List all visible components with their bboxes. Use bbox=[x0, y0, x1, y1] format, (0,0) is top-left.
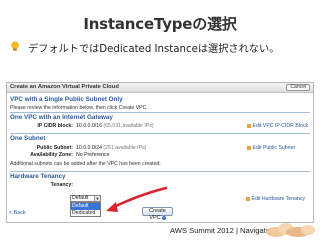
arrow-right-icon bbox=[161, 215, 166, 220]
edit-public-subnet-link[interactable]: Edit Public Subnet bbox=[247, 145, 295, 151]
divider bbox=[10, 171, 310, 172]
cidr-value-text: 10.0.0.0/16 bbox=[76, 123, 102, 129]
slide-title: InstanceTypeの選択 bbox=[83, 15, 237, 33]
divider bbox=[10, 112, 310, 113]
divider bbox=[10, 133, 310, 134]
tenancy-label: Tenancy: bbox=[50, 182, 73, 188]
cidr-note: (65,531 available IPs) bbox=[103, 123, 154, 129]
tenancy-option-dedicated[interactable]: Dedicated bbox=[71, 210, 100, 217]
vpc-section-title: One VPC with an Internet Gateway bbox=[10, 114, 113, 121]
subnet-note: Additional subnets can be added after th… bbox=[10, 161, 161, 167]
edit-hardware-tenancy-link[interactable]: Edit Hardware Tenancy bbox=[246, 196, 306, 202]
bullet-row: デフォルトではDedicated Instanceは選択されない。 bbox=[10, 40, 315, 55]
tenancy-select-value: Default bbox=[72, 195, 89, 201]
public-subnet-value: 10.0.0.0/24 (251 available IPs) bbox=[76, 145, 146, 151]
create-vpc-button[interactable]: Create VPC bbox=[142, 207, 173, 221]
hardware-section-title: Hardware Tenancy bbox=[10, 173, 66, 180]
lightbulb-icon bbox=[11, 41, 19, 51]
cidr-label: IP CIDR block: bbox=[37, 123, 73, 129]
cloud-icon bbox=[266, 223, 315, 237]
tenancy-dropdown-list: Default Dedicated bbox=[70, 202, 101, 217]
cidr-value: 10.0.0.0/16 (65,531 available IPs) bbox=[76, 123, 154, 129]
bullet-text: デフォルトではDedicated Instanceは選択されない。 bbox=[28, 44, 280, 55]
public-subnet-value-text: 10.0.0.0/24 bbox=[76, 145, 102, 151]
public-subnet-note: (251 available IPs) bbox=[103, 145, 147, 151]
availability-zone-value: No Preference bbox=[76, 152, 110, 158]
wizard-title: Create an Amazon Virtual Private Cloud bbox=[10, 84, 119, 90]
cancel-button[interactable]: Cancel bbox=[286, 84, 310, 91]
chevron-down-icon: ▼ bbox=[94, 196, 100, 201]
availability-zone-label: Availability Zone: bbox=[30, 152, 73, 158]
tenancy-select[interactable]: Default ▼ bbox=[70, 195, 101, 202]
subnet-section-title: One Subnet bbox=[10, 135, 46, 142]
edit-vpc-cidr-link[interactable]: Edit VPC IP CIDR Block bbox=[247, 123, 309, 129]
wizard-intro: Please review the information below, the… bbox=[10, 105, 148, 111]
back-link[interactable]: < Back bbox=[9, 210, 26, 216]
wizard-heading: VPC with a Single Public Subnet Only bbox=[10, 96, 123, 103]
public-subnet-label: Public Subnet: bbox=[36, 145, 73, 151]
wizard-header: Create an Amazon Virtual Private Cloud C… bbox=[7, 83, 313, 93]
